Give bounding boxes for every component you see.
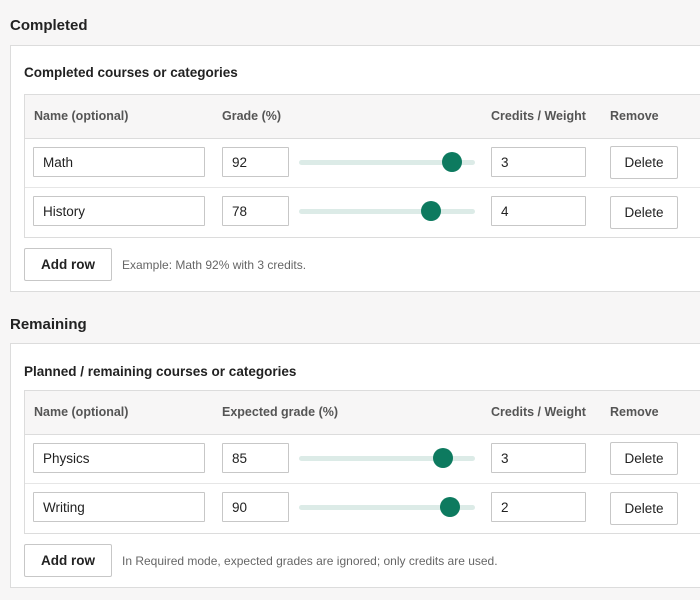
remaining-hint: In Required mode, expected grades are ig…: [122, 554, 498, 568]
slider-thumb[interactable]: [433, 448, 454, 468]
column-header-expected-grade: Expected grade (%): [222, 405, 339, 419]
expected-grade-input[interactable]: [222, 443, 289, 473]
delete-row-button[interactable]: Delete: [610, 442, 678, 475]
completed-row-math: Delete: [25, 139, 700, 188]
credits-input[interactable]: [491, 147, 586, 177]
column-header-credits: Credits / Weight: [491, 405, 586, 419]
credits-input[interactable]: [491, 492, 586, 522]
slider-thumb[interactable]: [421, 201, 441, 221]
remaining-panel: Planned / remaining courses or categorie…: [10, 343, 700, 588]
column-header-remove: Remove: [610, 109, 659, 123]
slider-thumb[interactable]: [440, 497, 461, 517]
remaining-heading: Planned / remaining courses or categorie…: [24, 364, 297, 379]
completed-hint: Example: Math 92% with 3 credits.: [122, 258, 307, 272]
slider-thumb[interactable]: [442, 152, 463, 172]
column-header-name: Name (optional): [34, 109, 129, 123]
add-row-button[interactable]: Add row: [24, 248, 112, 281]
add-row-button[interactable]: Add row: [24, 544, 112, 577]
completed-row-history: Delete: [25, 188, 700, 237]
credits-input[interactable]: [491, 196, 586, 226]
delete-row-button[interactable]: Delete: [610, 196, 678, 229]
credits-input[interactable]: [491, 443, 586, 473]
remaining-row-writing: Delete: [25, 484, 700, 533]
slider-track: [299, 209, 475, 214]
completed-table: Name (optional) Grade (%) Credits / Weig…: [24, 94, 700, 238]
expected-grade-slider[interactable]: [299, 448, 475, 468]
remaining-table: Name (optional) Expected grade (%) Credi…: [24, 390, 700, 534]
delete-row-button[interactable]: Delete: [610, 492, 678, 525]
delete-row-button[interactable]: Delete: [610, 146, 678, 179]
completed-table-header: Name (optional) Grade (%) Credits / Weig…: [25, 95, 700, 139]
remaining-table-header: Name (optional) Expected grade (%) Credi…: [25, 391, 700, 435]
expected-grade-input[interactable]: [222, 492, 289, 522]
remaining-section-title: Remaining: [10, 316, 87, 333]
grade-input[interactable]: [222, 196, 289, 226]
grade-input[interactable]: [222, 147, 289, 177]
course-name-input[interactable]: [33, 147, 205, 177]
grade-slider[interactable]: [299, 152, 475, 172]
column-header-credits: Credits / Weight: [491, 109, 586, 123]
course-name-input[interactable]: [33, 443, 205, 473]
completed-section-title: Completed: [10, 17, 88, 34]
completed-panel: Completed courses or categories Name (op…: [10, 45, 700, 292]
column-header-grade: Grade (%): [222, 109, 282, 123]
column-header-name: Name (optional): [34, 405, 129, 419]
remaining-row-physics: Delete: [25, 435, 700, 484]
course-name-input[interactable]: [33, 196, 205, 226]
expected-grade-slider[interactable]: [299, 497, 475, 517]
course-name-input[interactable]: [33, 492, 205, 522]
grade-slider[interactable]: [299, 201, 475, 221]
column-header-remove: Remove: [610, 405, 659, 419]
completed-heading: Completed courses or categories: [24, 65, 238, 80]
